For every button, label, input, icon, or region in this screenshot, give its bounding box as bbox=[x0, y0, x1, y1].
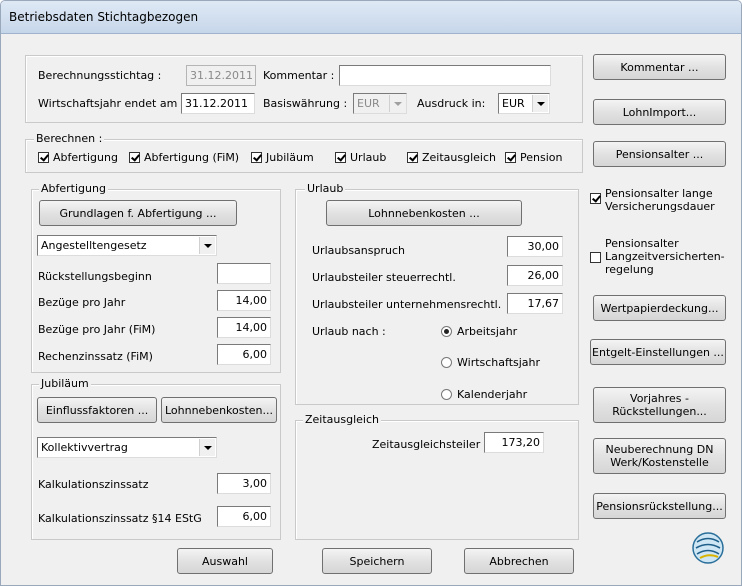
checkbox-box bbox=[590, 193, 601, 204]
urlaubsteiler-steuer-input[interactable]: 26,00 bbox=[507, 265, 563, 286]
checkbox-abfertigung[interactable]: Abfertigung bbox=[38, 151, 118, 164]
gesetz-value: Angestelltengesetz bbox=[41, 239, 147, 252]
kalkulationszins-input[interactable]: 3,00 bbox=[217, 473, 271, 494]
checkbox-pension[interactable]: Pension bbox=[505, 151, 562, 164]
urlaubsanspruch-label: Urlaubsanspruch bbox=[312, 244, 405, 257]
checkbox-box bbox=[505, 152, 516, 163]
checkbox-zeitausgleich[interactable]: Zeitausgleich bbox=[407, 151, 496, 164]
jubilaeum-lohnnebenkosten-button[interactable]: Lohnnebenkosten... bbox=[161, 397, 277, 423]
speichern-button[interactable]: Speichern bbox=[322, 548, 432, 574]
basiswaehrung-value: EUR bbox=[357, 97, 380, 110]
checkbox-label: Zeitausgleich bbox=[422, 151, 496, 164]
ausdruck-value: EUR bbox=[502, 97, 525, 110]
checkbox-box bbox=[129, 152, 140, 163]
checkbox-label: Pensionsalter lange Versicherungsdauer bbox=[605, 187, 715, 213]
checkbox-label: Pension bbox=[520, 151, 563, 164]
urlaubsteiler-steuer-label: Urlaubsteiler steuerrechtl. bbox=[312, 271, 456, 284]
checkbox-jubilaeum[interactable]: Jubiläum bbox=[251, 151, 314, 164]
checkbox-label: Abfertigung (FiM) bbox=[144, 151, 240, 164]
bezuege-fim-label: Bezüge pro Jahr (FiM) bbox=[38, 323, 156, 336]
checkbox-box bbox=[251, 152, 262, 163]
zeitausgleichsteiler-input[interactable]: 173,20 bbox=[484, 432, 544, 453]
rueckstellungsbeginn-input[interactable] bbox=[217, 263, 271, 284]
checkbox-abfertigung-fim[interactable]: Abfertigung (FiM) bbox=[129, 151, 239, 164]
radio-kalenderjahr[interactable]: Kalenderjahr bbox=[441, 388, 527, 401]
kollektivvertrag-select[interactable]: Kollektivvertrag bbox=[37, 437, 217, 458]
radio-label: Arbeitsjahr bbox=[457, 325, 518, 338]
checkbox-pensionsalter-langzeit[interactable]: Pensionsalter Langzeitversicherten-regel… bbox=[590, 237, 731, 276]
radio-dot bbox=[441, 357, 452, 368]
rueckstellungsbeginn-label: Rückstellungsbeginn bbox=[38, 270, 152, 283]
kommentar-button[interactable]: Kommentar ... bbox=[593, 54, 726, 80]
rechenzins-label: Rechenzinssatz (FiM) bbox=[38, 350, 153, 363]
radio-arbeitsjahr[interactable]: Arbeitsjahr bbox=[441, 325, 517, 338]
app-logo-icon bbox=[692, 532, 724, 564]
window-title: Betriebsdaten Stichtagbezogen bbox=[9, 10, 199, 24]
chevron-down-icon bbox=[389, 95, 405, 112]
abbrechen-button[interactable]: Abbrechen bbox=[464, 548, 574, 574]
radio-label: Kalenderjahr bbox=[457, 388, 528, 401]
kalkulationszins14-label: Kalkulationszinssatz §14 EStG bbox=[38, 512, 202, 525]
radio-label: Wirtschaftsjahr bbox=[457, 356, 541, 369]
checkbox-label: Pensionsalter Langzeitversicherten-regel… bbox=[605, 237, 725, 276]
kommentar-input[interactable] bbox=[339, 65, 551, 86]
title-bar[interactable]: Betriebsdaten Stichtagbezogen bbox=[1, 1, 741, 34]
radio-wirtschaftsjahr[interactable]: Wirtschaftsjahr bbox=[441, 356, 540, 369]
urlaub-legend: Urlaub bbox=[305, 182, 346, 195]
stichtag-field[interactable]: 31.12.2011 bbox=[186, 65, 256, 86]
urlaubsteiler-unternehmen-input[interactable]: 17,67 bbox=[507, 293, 563, 314]
bezuege-fim-input[interactable]: 14,00 bbox=[217, 317, 271, 338]
zeitausgleichsteiler-label: Zeitausgleichsteiler bbox=[372, 438, 481, 451]
checkbox-box bbox=[590, 252, 601, 263]
chevron-down-icon bbox=[199, 439, 215, 456]
basiswaehrung-select[interactable]: EUR bbox=[353, 93, 407, 114]
wertpapierdeckung-button[interactable]: Wertpapierdeckung... bbox=[593, 295, 726, 321]
kommentar-label: Kommentar : bbox=[263, 69, 335, 82]
kalkulationszins-label: Kalkulationszinssatz bbox=[38, 478, 149, 491]
urlaub-nach-label: Urlaub nach : bbox=[312, 325, 386, 338]
checkbox-box bbox=[407, 152, 418, 163]
urlaubsteiler-unternehmen-label: Urlaubsteiler unternehmensrechtl. bbox=[312, 298, 502, 311]
checkbox-box bbox=[38, 152, 49, 163]
gesetz-select[interactable]: Angestelltengesetz bbox=[37, 235, 217, 256]
ausdruck-label: Ausdruck in: bbox=[417, 97, 486, 110]
rechenzins-input[interactable]: 6,00 bbox=[217, 344, 271, 365]
basiswaehrung-label: Basiswährung : bbox=[263, 97, 348, 110]
kollektivvertrag-value: Kollektivvertrag bbox=[41, 441, 128, 454]
lohnimport-button[interactable]: LohnImport... bbox=[593, 99, 726, 125]
auswahl-button[interactable]: Auswahl bbox=[177, 548, 273, 574]
kalkulationszins14-input[interactable]: 6,00 bbox=[217, 506, 271, 527]
jubilaeum-legend: Jubiläum bbox=[39, 377, 91, 390]
einflussfaktoren-button[interactable]: Einflussfaktoren ... bbox=[37, 397, 157, 423]
berechnen-legend: Berechnen : bbox=[34, 132, 105, 145]
abfertigung-legend: Abfertigung bbox=[39, 182, 108, 195]
pensionsrueckstellung-button[interactable]: Pensionsrückstellung... bbox=[593, 493, 726, 519]
chevron-down-icon bbox=[532, 95, 548, 112]
bezuege-input[interactable]: 14,00 bbox=[217, 290, 271, 311]
neuberechnung-button[interactable]: Neuberechnung DN Werk/Kostenstelle bbox=[593, 438, 726, 474]
stichtag-label: Berechnungsstichtag : bbox=[38, 69, 162, 82]
urlaub-lohnnebenkosten-button[interactable]: Lohnnebenkosten ... bbox=[326, 200, 522, 226]
checkbox-box bbox=[335, 152, 346, 163]
checkbox-pensionsalter-lange[interactable]: Pensionsalter lange Versicherungsdauer bbox=[590, 187, 731, 213]
dialog-window: Betriebsdaten Stichtagbezogen Berechnung… bbox=[0, 0, 742, 586]
wirtschaftsjahr-field[interactable]: 31.12.2011 bbox=[181, 93, 255, 114]
checkbox-label: Abfertigung bbox=[53, 151, 118, 164]
entgelt-einstellungen-button[interactable]: Entgelt-Einstellungen ... bbox=[590, 339, 726, 365]
zeitausgleich-legend: Zeitausgleich bbox=[303, 413, 381, 426]
vorjahres-rueckstellungen-button[interactable]: Vorjahres - Rückstellungen... bbox=[593, 387, 726, 423]
radio-dot bbox=[441, 326, 452, 337]
wirtschaftsjahr-label: Wirtschaftsjahr endet am : bbox=[38, 97, 185, 110]
urlaubsanspruch-input[interactable]: 30,00 bbox=[507, 236, 563, 257]
pensionsalter-button[interactable]: Pensionsalter ... bbox=[593, 141, 726, 167]
chevron-down-icon bbox=[199, 237, 215, 254]
grundlagen-abfertigung-button[interactable]: Grundlagen f. Abfertigung ... bbox=[39, 200, 237, 226]
radio-dot bbox=[441, 389, 452, 400]
bezuege-label: Bezüge pro Jahr bbox=[38, 296, 126, 309]
checkbox-urlaub[interactable]: Urlaub bbox=[335, 151, 386, 164]
ausdruck-select[interactable]: EUR bbox=[498, 93, 550, 114]
checkbox-label: Jubiläum bbox=[266, 151, 314, 164]
checkbox-label: Urlaub bbox=[350, 151, 387, 164]
